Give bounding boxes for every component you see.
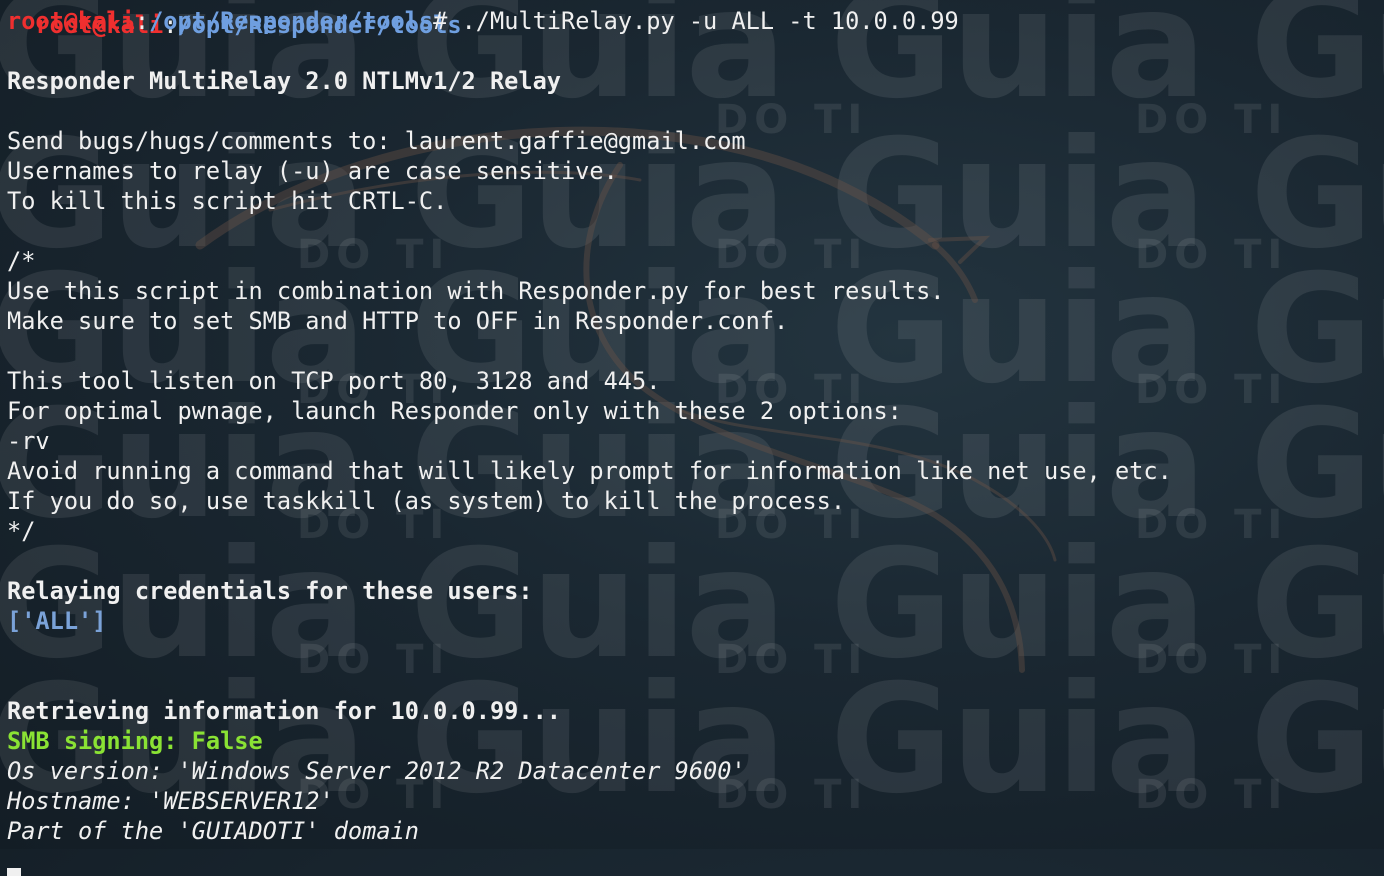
prompt-symbol: # [433,7,462,35]
prompt-command: ./MultiRelay.py -u ALL -t 10.0.0.99 [461,7,959,35]
output-line: For optimal pwnage, launch Responder onl… [7,397,902,425]
output-line: */ [7,517,36,545]
output-line: This tool listen on TCP port 80, 3128 an… [7,367,661,395]
prompt-line: root@kali:/opt/Responder/tools# ./MultiR… [7,6,1384,36]
output-line: -rv [7,427,50,455]
prompt-user-host: root@kali [7,7,135,35]
domain-line: Part of the 'GUIADOTI' domain [7,817,419,845]
cursor-line [7,846,1384,876]
output-line: Use this script in combination with Resp… [7,277,945,305]
output-line: Make sure to set SMB and HTTP to OFF in … [7,307,789,335]
os-version-line: Os version: 'Windows Server 2012 R2 Data… [7,757,746,785]
terminal-output[interactable]: root@kali:/opt/Responder/tools# ./MultiR… [7,6,1384,876]
output-line: Usernames to relay (-u) are case sensiti… [7,157,618,185]
output-line: /* [7,247,36,275]
terminal-cursor [7,868,21,876]
prompt-path: /opt/Responder/tools [149,7,434,35]
output-line: If you do so, use taskkill (as system) t… [7,487,846,515]
relaying-heading: Relaying credentials for these users: [7,577,533,605]
prompt-separator: : [134,7,150,35]
hostname-line: Hostname: 'WEBSERVER12' [7,787,334,815]
output-line: Avoid running a command that will likely… [7,457,1172,485]
banner-line: Responder MultiRelay 2.0 NTLMv1/2 Relay [7,67,561,95]
users-list: ['ALL'] [7,607,107,635]
output-line: To kill this script hit CRTL-C. [7,187,448,215]
retrieving-line: Retrieving information for 10.0.0.99... [7,697,561,725]
output-line: Send bugs/hugs/comments to: laurent.gaff… [7,127,746,155]
smb-signing-line: SMB signing: False [7,727,263,755]
